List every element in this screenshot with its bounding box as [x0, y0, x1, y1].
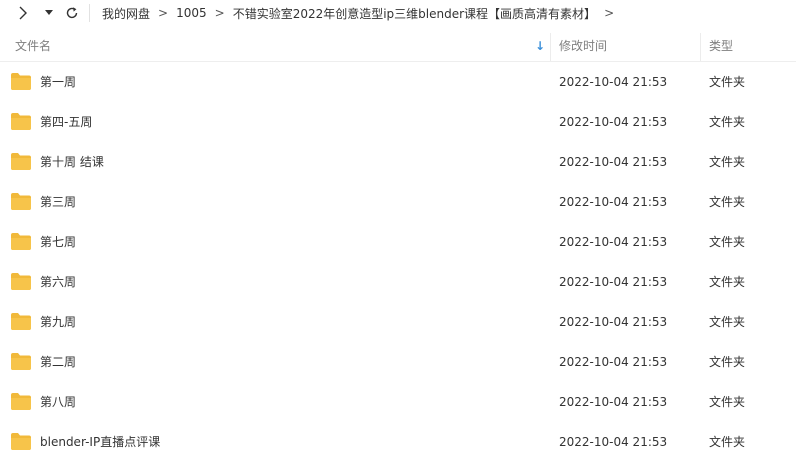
file-type: 文件夹 [709, 75, 746, 89]
file-type: 文件夹 [709, 235, 746, 249]
folder-row[interactable]: 第六周 2022-10-04 21:53 文件夹 [0, 262, 796, 302]
folder-icon [11, 153, 31, 170]
file-type: 文件夹 [709, 195, 746, 209]
refresh-button[interactable] [61, 2, 83, 24]
folder-icon [11, 433, 31, 450]
file-name: 第八周 [40, 395, 77, 409]
file-type: 文件夹 [709, 315, 746, 329]
breadcrumb-item-1005[interactable]: 1005 [172, 6, 211, 20]
modified-time: 2022-10-04 21:53 [559, 395, 668, 409]
chevron-right-icon [19, 6, 27, 20]
modified-time: 2022-10-04 21:53 [559, 75, 668, 89]
folder-icon [11, 233, 31, 250]
folder-icon [11, 353, 31, 370]
refresh-icon [66, 7, 78, 19]
modified-time: 2022-10-04 21:53 [559, 315, 668, 329]
folder-row[interactable]: 第八周 2022-10-04 21:53 文件夹 [0, 382, 796, 422]
toolbar-divider [89, 4, 90, 22]
modified-time: 2022-10-04 21:53 [559, 115, 668, 129]
file-list-header: 文件名 ↓ 修改时间 类型 [0, 33, 796, 62]
file-type: 文件夹 [709, 155, 746, 169]
modified-time: 2022-10-04 21:53 [559, 435, 668, 449]
file-type: 文件夹 [709, 275, 746, 289]
folder-icon [11, 393, 31, 410]
folder-row[interactable]: 第十周 结课 2022-10-04 21:53 文件夹 [0, 142, 796, 182]
file-name: 第四-五周 [40, 115, 93, 129]
file-name: 第七周 [40, 235, 77, 249]
file-name: 第九周 [40, 315, 77, 329]
breadcrumb-item-my-netdisk[interactable]: 我的网盘 [98, 5, 154, 22]
folder-icon [11, 73, 31, 90]
folder-icon [11, 313, 31, 330]
forward-button[interactable] [12, 2, 34, 24]
file-type: 文件夹 [709, 355, 746, 369]
breadcrumb-separator: > [158, 6, 169, 20]
folder-row[interactable]: 第三周 2022-10-04 21:53 文件夹 [0, 182, 796, 222]
file-name: 第二周 [40, 355, 77, 369]
sort-down-arrow-icon[interactable]: ↓ [535, 33, 545, 61]
breadcrumb: 我的网盘 > 1005 > 不错实验室2022年创意造型ip三维blender课… [98, 5, 618, 22]
folder-icon [11, 113, 31, 130]
folder-row[interactable]: 第七周 2022-10-04 21:53 文件夹 [0, 222, 796, 262]
column-header-name[interactable]: 文件名 [15, 33, 515, 61]
breadcrumb-separator: > [214, 6, 225, 20]
navigation-toolbar: 我的网盘 > 1005 > 不错实验室2022年创意造型ip三维blender课… [0, 0, 796, 26]
column-header-type[interactable]: 类型 [709, 33, 789, 61]
file-name: 第六周 [40, 275, 77, 289]
folder-row[interactable]: 第二周 2022-10-04 21:53 文件夹 [0, 342, 796, 382]
column-divider[interactable] [550, 33, 551, 61]
folder-row[interactable]: 第四-五周 2022-10-04 21:53 文件夹 [0, 102, 796, 142]
modified-time: 2022-10-04 21:53 [559, 235, 668, 249]
folder-row[interactable]: 第九周 2022-10-04 21:53 文件夹 [0, 302, 796, 342]
file-type: 文件夹 [709, 435, 746, 449]
column-divider[interactable] [700, 33, 701, 61]
file-name: 第一周 [40, 75, 77, 89]
file-type: 文件夹 [709, 395, 746, 409]
breadcrumb-item-course-folder[interactable]: 不错实验室2022年创意造型ip三维blender课程【画质高清有素材】 [229, 5, 600, 22]
folder-icon [11, 193, 31, 210]
modified-time: 2022-10-04 21:53 [559, 155, 668, 169]
file-list: 第一周 2022-10-04 21:53 文件夹 第四-五周 2022-10-04 21… [0, 62, 796, 462]
folder-row[interactable]: blender-IP直播点评课 2022-10-04 21:53 文件夹 [0, 422, 796, 462]
caret-down-icon [45, 10, 53, 15]
modified-time: 2022-10-04 21:53 [559, 195, 668, 209]
breadcrumb-separator[interactable]: > [600, 6, 618, 20]
file-type: 文件夹 [709, 115, 746, 129]
file-name: 第十周 结课 [40, 155, 104, 169]
folder-row[interactable]: 第一周 2022-10-04 21:53 文件夹 [0, 62, 796, 102]
file-name: 第三周 [40, 195, 77, 209]
column-header-modified[interactable]: 修改时间 [559, 33, 689, 61]
file-name: blender-IP直播点评课 [40, 435, 161, 449]
modified-time: 2022-10-04 21:53 [559, 355, 668, 369]
modified-time: 2022-10-04 21:53 [559, 275, 668, 289]
folder-icon [11, 273, 31, 290]
history-dropdown-button[interactable] [38, 2, 60, 24]
